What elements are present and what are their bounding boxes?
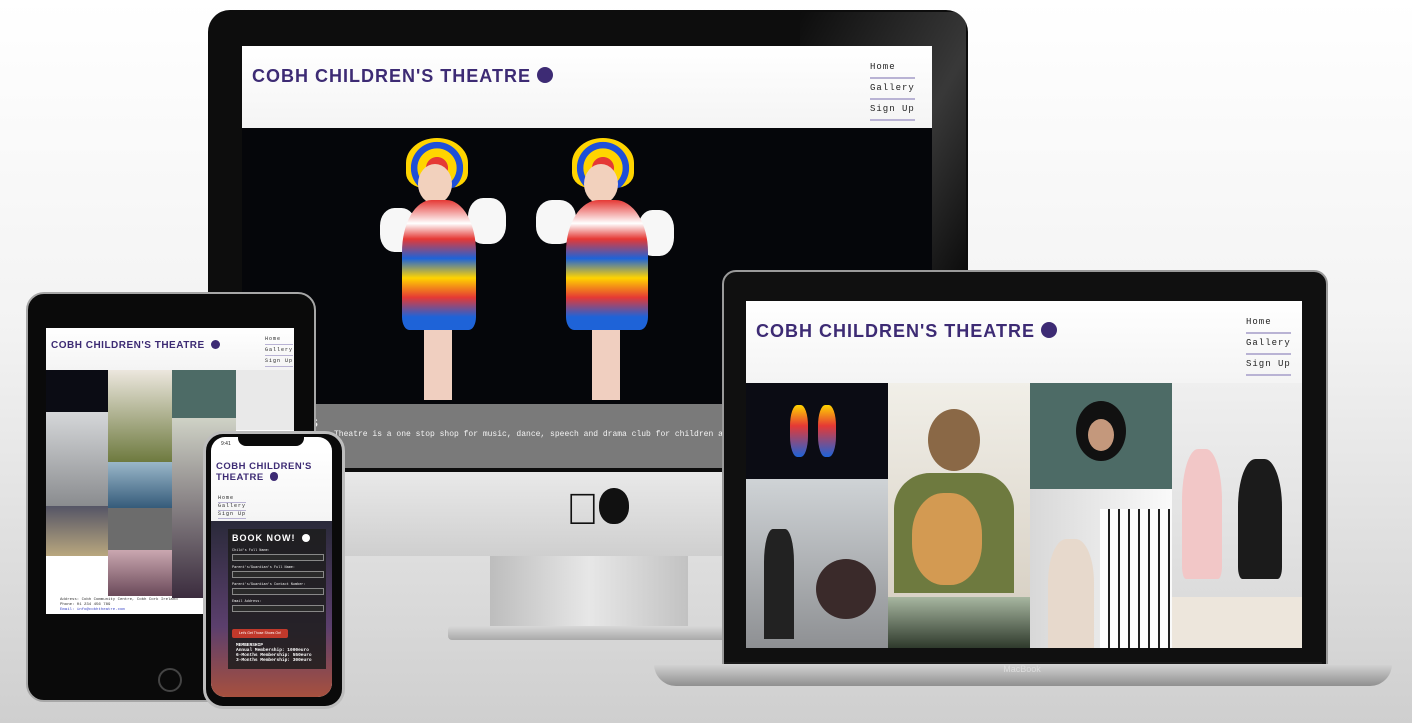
hero-caption: Theatre is a one stop shop for music, da… (334, 430, 723, 439)
parent-phone-input[interactable] (232, 588, 324, 595)
nav-gallery[interactable]: Gallery (1246, 334, 1291, 355)
ipad-site-title[interactable]: COBH CHILDREN'S THEATRE (51, 340, 220, 351)
phone-title-line1: COBH CHILDREN'S (216, 461, 312, 472)
book-now-text: BOOK NOW! (232, 533, 296, 543)
parent-phone-label: Parent's/Guardian's Contact Number: (232, 583, 306, 587)
main-nav: Home Gallery Sign Up (870, 58, 915, 121)
macbook-label: MacBook (1003, 664, 1041, 674)
phone-nav: Home Gallery Sign Up (218, 495, 247, 519)
phone-site-title[interactable]: COBH CHILDREN'S THEATRE (216, 461, 312, 483)
site-title[interactable]: COBH CHILDREN'S THEATRE (252, 66, 554, 87)
gallery-nav: Home Gallery Sign Up (1246, 313, 1291, 376)
theatre-mask-icon (301, 533, 310, 542)
gallery-photo-dancers[interactable] (746, 383, 888, 479)
phone-title-line2: THEATRE (216, 472, 264, 483)
imac-foot (448, 626, 730, 640)
parent-name-label: Parent's/Guardian's Full Name: (232, 566, 296, 570)
membership-list: MEMBERSHIP Annual Membership: 1000euro 6… (236, 643, 312, 663)
gallery-site-title-text: COBH CHILDREN'S THEATRE (756, 321, 1035, 341)
gallery-photo-piano[interactable] (1030, 489, 1172, 648)
ipad-photo-ballet[interactable] (236, 370, 294, 430)
ipad-photo-costume[interactable] (172, 370, 236, 418)
gallery-photo-guitar[interactable] (888, 383, 1030, 597)
theatre-mask-icon (269, 472, 279, 481)
parent-name-input[interactable] (232, 571, 324, 578)
email-label: Email Address: (232, 600, 262, 604)
gallery-site-title[interactable]: COBH CHILDREN'S THEATRE (756, 321, 1058, 342)
nav-gallery[interactable]: Gallery (870, 79, 915, 100)
theatre-mask-icon (1040, 321, 1058, 338)
ipad-site-title-text: COBH CHILDREN'S THEATRE (51, 340, 205, 351)
child-name-input[interactable] (232, 554, 324, 561)
gallery-photo-ballet-class[interactable] (1172, 597, 1302, 648)
theatre-mask-icon (210, 340, 220, 349)
ipad-photo-bw-group[interactable] (108, 508, 172, 550)
nav-home[interactable]: Home (265, 334, 294, 345)
gallery-photo-group[interactable] (888, 597, 1030, 648)
ipad-nav: Home Gallery Sign Up (265, 334, 294, 367)
ipad-header: COBH CHILDREN'S THEATRE Home Gallery Sig… (46, 328, 294, 370)
submit-button[interactable]: Let's Get Those Shoes On! (232, 629, 288, 638)
gallery-photo-costume[interactable] (1030, 383, 1172, 489)
nav-gallery[interactable]: Gallery (265, 345, 294, 356)
site-title-text: COBH CHILDREN'S THEATRE (252, 66, 531, 86)
nav-sign-up[interactable]: Sign Up (870, 100, 915, 121)
gallery-photo-singer-drums[interactable] (746, 479, 888, 648)
gallery-photo-ballet[interactable] (1172, 383, 1302, 597)
nav-home[interactable]: Home (870, 58, 915, 79)
phone-clock: 9:41 (221, 441, 231, 447)
site-header: COBH CHILDREN'S THEATRE Home Gallery Sig… (242, 46, 932, 128)
iphone-screen: 9:41 COBH CHILDREN'S THEATRE Home Galler… (211, 437, 332, 697)
ipad-photo-dancers[interactable] (46, 370, 108, 412)
ipad-photo-guitar[interactable] (108, 370, 172, 462)
iphone-notch (238, 436, 304, 446)
ipad-photo-stage-group[interactable] (108, 462, 172, 508)
footer-email[interactable]: Email: info@cobhtheatre.com (60, 608, 178, 613)
gallery-header: COBH CHILDREN'S THEATRE Home Gallery Sig… (746, 301, 1302, 383)
apple-logo-icon:  (566, 488, 629, 532)
ipad-photo-microphone[interactable] (108, 550, 172, 596)
membership-3-months: 3-Months Membership: 300euro (236, 658, 312, 663)
nav-sign-up[interactable]: Sign Up (265, 356, 294, 367)
form-fields: Child's Full Name: Parent's/Guardian's F… (232, 549, 324, 617)
nav-home[interactable]: Home (1246, 313, 1291, 334)
theatre-mask-icon (536, 66, 554, 83)
ipad-photo-workshop[interactable] (46, 506, 108, 556)
nav-sign-up[interactable]: Sign Up (1246, 355, 1291, 376)
nav-home[interactable]: Home (218, 495, 247, 503)
macbook-screen: COBH CHILDREN'S THEATRE Home Gallery Sig… (746, 301, 1302, 648)
ipad-photo-singer[interactable] (46, 412, 108, 506)
phone-header: COBH CHILDREN'S THEATRE Home Gallery Sig… (211, 451, 332, 521)
booking-form: BOOK NOW! Child's Full Name: Parent's/Gu… (228, 529, 326, 669)
email-input[interactable] (232, 605, 324, 612)
ipad-home-button (158, 668, 182, 692)
child-name-label: Child's Full Name: (232, 549, 270, 553)
imac-stand (490, 556, 688, 630)
ipad-footer: Address: Cobh Community Centre, Cobh Cor… (60, 598, 178, 613)
nav-sign-up[interactable]: Sign Up (218, 511, 247, 519)
nav-gallery[interactable]: Gallery (218, 503, 247, 511)
book-now-title: BOOK NOW! (232, 533, 310, 543)
